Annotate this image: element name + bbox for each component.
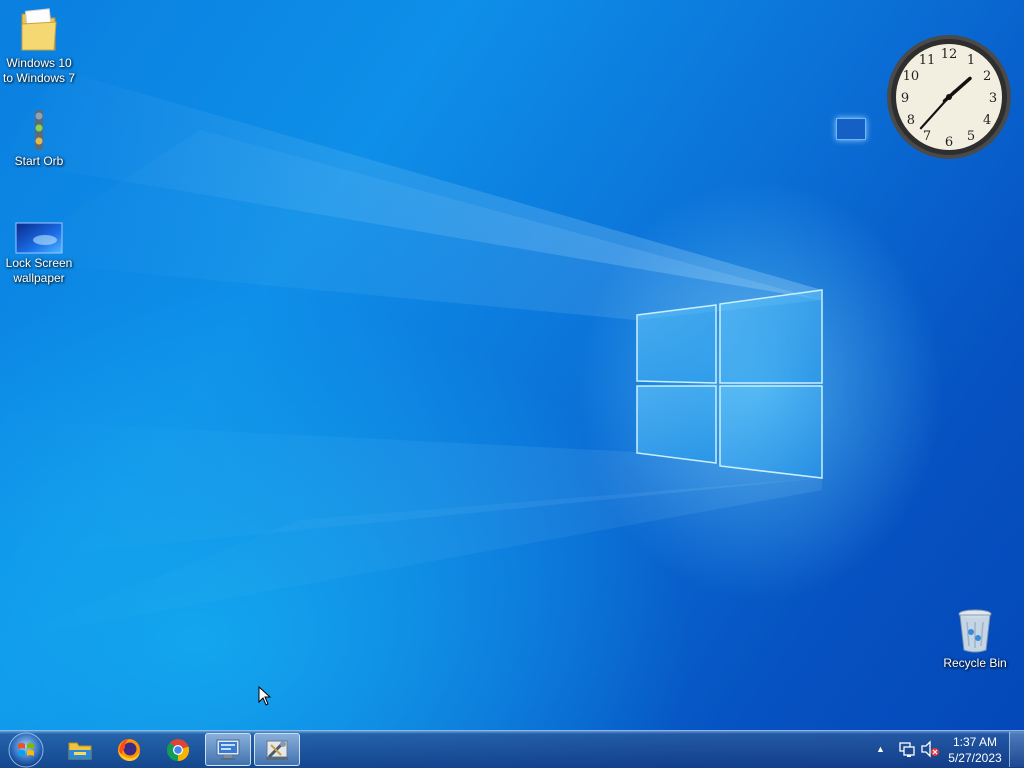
chrome-icon bbox=[166, 738, 190, 761]
icon-label: Recycle Bin bbox=[943, 656, 1007, 670]
folder-icon bbox=[68, 742, 92, 759]
volume-muted-icon[interactable] bbox=[920, 740, 940, 758]
taskbar-remote-desktop-button[interactable] bbox=[205, 733, 251, 766]
image-thumbnail-icon bbox=[15, 222, 63, 254]
clock-numeral: 8 bbox=[907, 113, 915, 128]
clock-gadget[interactable]: 12 12 3 45678 9 1011 bbox=[886, 34, 1012, 160]
clock-numeral: 9 bbox=[901, 91, 909, 106]
gadget-tile[interactable] bbox=[836, 118, 866, 140]
desktop-icon-start-orb[interactable]: Start Orb bbox=[0, 108, 78, 169]
network-icon[interactable] bbox=[898, 740, 916, 758]
start-orb-icon[interactable] bbox=[6, 732, 46, 768]
taskbar-chrome-button[interactable] bbox=[155, 733, 201, 766]
clock-numeral: 5 bbox=[967, 129, 975, 144]
desktop-icon-windows10-to-windows7[interactable]: Windows 10 to Windows 7 bbox=[0, 6, 78, 86]
clock-numeral: 7 bbox=[923, 129, 931, 144]
remote-desktop-icon bbox=[216, 739, 240, 760]
icon-label: Start Orb bbox=[14, 154, 64, 168]
taskbar: ▲ 1:37 AM 5/27/2023 bbox=[0, 730, 1024, 768]
traffic-light-icon bbox=[35, 110, 43, 150]
clock-numeral: 4 bbox=[983, 113, 991, 128]
folder-icon bbox=[21, 8, 57, 51]
desktop-icon-recycle-bin[interactable]: Recycle Bin bbox=[936, 606, 1014, 671]
tools-icon bbox=[266, 740, 288, 760]
recycle-bin-icon bbox=[958, 609, 992, 653]
mouse-cursor bbox=[258, 686, 272, 706]
clock-numeral: 10 bbox=[903, 69, 920, 84]
clock-numeral: 3 bbox=[989, 91, 997, 106]
clock-numeral: 11 bbox=[919, 53, 936, 68]
show-hidden-icon[interactable]: ▲ bbox=[876, 744, 885, 754]
clock-numeral: 6 bbox=[945, 135, 953, 150]
clock-date: 5/27/2023 bbox=[948, 751, 1002, 765]
taskbar-tools-button[interactable] bbox=[254, 733, 300, 766]
desktop-icon-lock-screen-wallpaper[interactable]: Lock Screen wallpaper bbox=[0, 222, 78, 286]
clock-numeral: 1 bbox=[967, 53, 975, 68]
taskbar-clock[interactable]: 1:37 AM 5/27/2023 bbox=[944, 734, 1006, 766]
taskbar-firefox-button[interactable] bbox=[106, 733, 152, 766]
clock-numeral: 12 bbox=[941, 47, 958, 62]
desktop: Windows 10 to Windows 7 Start Orb Lock S… bbox=[0, 0, 1024, 768]
icon-label: Windows 10 to Windows 7 bbox=[2, 56, 76, 85]
clock-numeral: 2 bbox=[983, 69, 991, 84]
windows-logo bbox=[636, 289, 823, 479]
clock-time: 1:37 AM bbox=[952, 735, 998, 749]
icon-label: Lock Screen wallpaper bbox=[5, 256, 73, 285]
firefox-icon bbox=[118, 738, 140, 761]
taskbar-file-explorer-button[interactable] bbox=[57, 733, 103, 766]
show-desktop-button[interactable] bbox=[1009, 732, 1024, 767]
